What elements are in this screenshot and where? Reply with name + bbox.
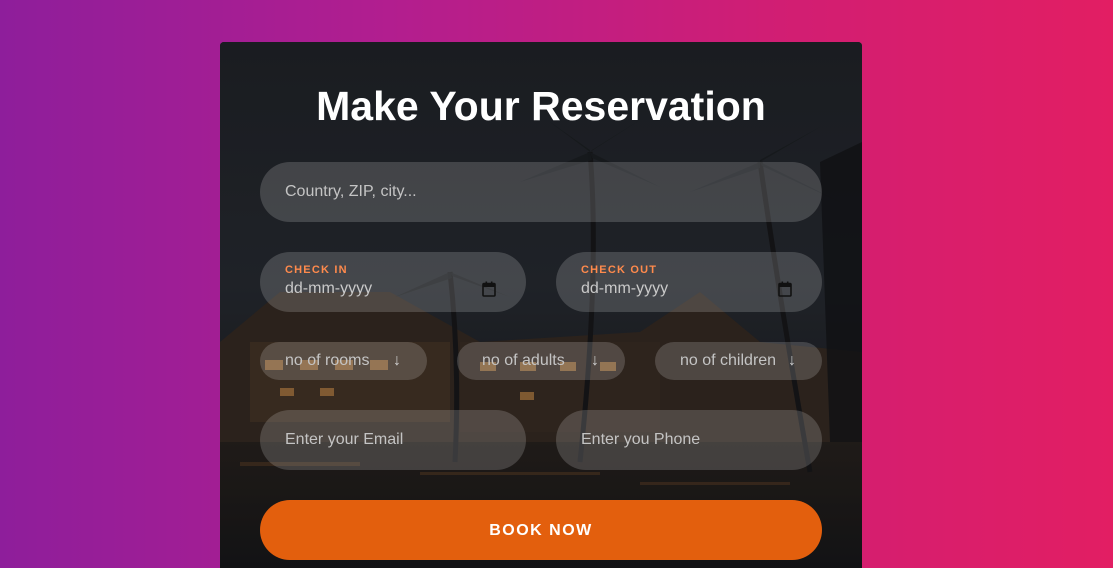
check-out-value: dd-mm-yyyy <box>581 280 669 297</box>
email-field[interactable]: Enter your Email <box>260 410 526 470</box>
check-out-field[interactable]: CHECK OUT dd-mm-yyyy <box>556 252 822 312</box>
adults-label: no of adults <box>482 352 565 369</box>
location-placeholder: Country, ZIP, city... <box>285 183 417 200</box>
book-now-button[interactable]: BOOK NOW <box>260 500 822 560</box>
children-label: no of children <box>680 352 777 369</box>
rooms-select[interactable]: no of rooms ↓ <box>260 342 427 380</box>
calendar-icon[interactable] <box>778 281 792 297</box>
reservation-card: Make Your Reservation Country, ZIP, city… <box>220 42 862 568</box>
arrow-down-icon: ↓ <box>393 352 401 369</box>
adults-select[interactable]: no of adults ↓ <box>457 342 625 380</box>
location-input[interactable]: Country, ZIP, city... <box>260 162 822 222</box>
reservation-form: Make Your Reservation Country, ZIP, city… <box>220 42 862 568</box>
check-out-label: CHECK OUT <box>581 264 658 276</box>
rooms-label: no of rooms <box>285 352 370 369</box>
arrow-down-icon: ↓ <box>788 352 796 369</box>
check-in-field[interactable]: CHECK IN dd-mm-yyyy <box>260 252 526 312</box>
phone-placeholder: Enter you Phone <box>581 431 701 448</box>
calendar-icon[interactable] <box>482 281 496 297</box>
email-placeholder: Enter your Email <box>285 431 404 448</box>
arrow-down-icon: ↓ <box>591 352 599 369</box>
children-select[interactable]: no of children ↓ <box>655 342 822 380</box>
page-title: Make Your Reservation <box>316 83 766 129</box>
phone-field[interactable]: Enter you Phone <box>556 410 822 470</box>
check-in-value: dd-mm-yyyy <box>285 280 373 297</box>
check-in-label: CHECK IN <box>285 264 348 276</box>
